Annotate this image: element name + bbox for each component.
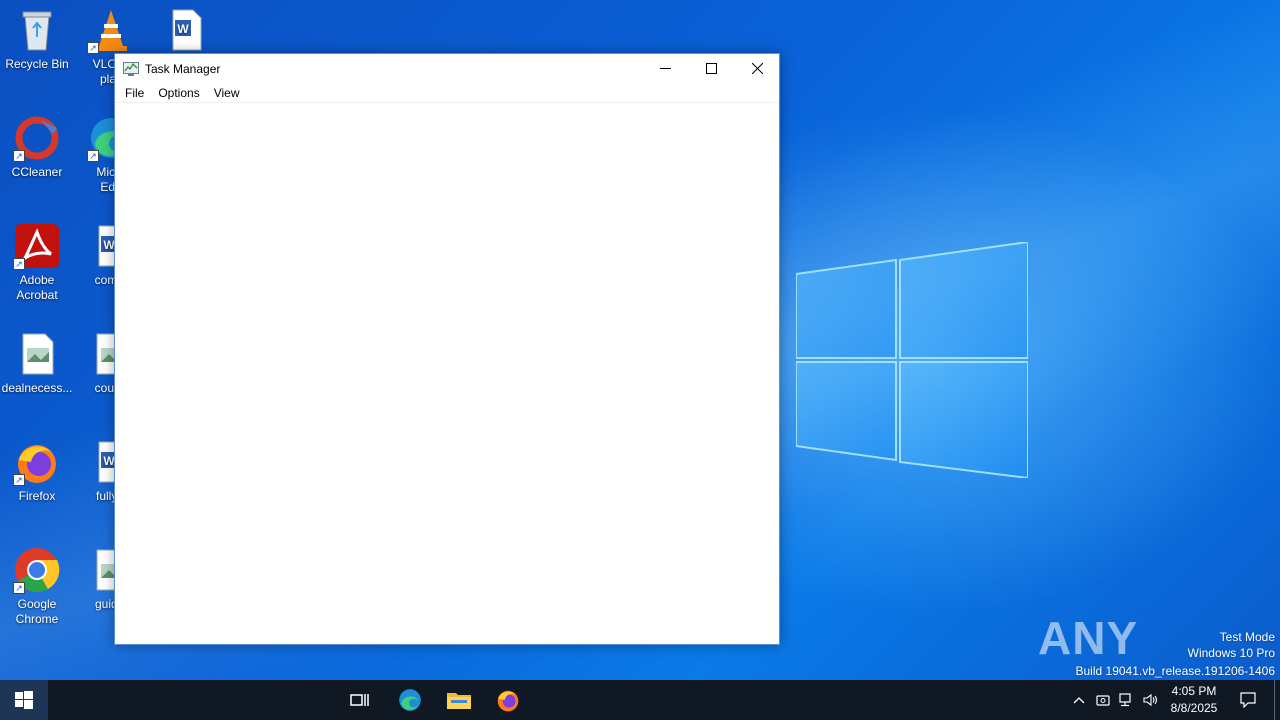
task-view-icon [350,694,369,706]
start-button[interactable] [0,680,48,720]
task-view-button[interactable] [336,680,384,720]
shortcut-arrow-icon: ↗ [87,150,99,162]
desktop-icon-ccleaner[interactable]: ↗ CCleaner [0,114,74,180]
firefox-icon: ↗ [13,438,61,486]
menu-options[interactable]: Options [151,83,206,103]
minimize-button[interactable] [642,54,688,83]
desktop-icon-dealnecess[interactable]: dealnecess... [0,330,74,396]
network-button[interactable] [1115,680,1139,720]
maximize-button[interactable] [688,54,734,83]
notification-icon [1240,692,1256,708]
desktop-icon-google-chrome[interactable]: ↗ Google Chrome [0,546,74,627]
desktop-icon-firefox[interactable]: ↗ Firefox [0,438,74,504]
window-content [115,103,779,644]
taskbar-file-explorer-button[interactable] [435,680,483,720]
meet-now-icon [1096,695,1110,706]
desktop-icon-label: Google Chrome [15,597,59,626]
firefox-icon [497,690,519,712]
clock-time: 4:05 PM [1171,684,1217,698]
chevron-up-icon [1073,697,1085,704]
vlc-icon: ↗ [87,6,135,54]
task-manager-window[interactable]: Task Manager File Options View [114,53,780,645]
build-text: Build 19041.vb_release.191206-1406 [1075,664,1276,678]
shortcut-arrow-icon: ↗ [13,474,25,486]
menu-bar: File Options View [115,83,779,103]
shortcut-arrow-icon: ↗ [87,42,99,54]
desktop-icon-recycle-bin[interactable]: Recycle Bin [0,6,74,72]
shortcut-arrow-icon: ↗ [13,258,25,270]
network-icon [1119,693,1131,707]
windows-start-icon [15,691,33,709]
image-file-icon [13,330,61,378]
windows-logo-wallpaper [796,242,1028,478]
taskbar-edge-button[interactable] [386,680,434,720]
desktop-icon-label: CCleaner [11,165,63,179]
chrome-icon: ↗ [13,546,61,594]
shortcut-arrow-icon: ↗ [13,150,25,162]
desktop-icon-label: Firefox [18,489,56,503]
shortcut-arrow-icon: ↗ [13,582,25,594]
desktop-icon-label: dealnecess... [1,381,73,395]
clock-date: 8/8/2025 [1170,701,1218,715]
title-bar[interactable]: Task Manager [115,54,779,83]
windows-edition-text: Windows 10 Pro [1187,646,1275,660]
close-button[interactable] [734,54,780,83]
menu-view[interactable]: View [207,83,247,103]
maximize-icon [705,63,717,74]
word-doc-icon: W [161,6,209,54]
recycle-bin-icon [13,6,61,54]
minimize-icon [659,68,671,69]
show-desktop-divider[interactable] [1274,680,1275,720]
desktop-icon-label: Recycle Bin [5,57,69,71]
acrobat-icon: ↗ [13,222,61,270]
ccleaner-icon: ↗ [13,114,61,162]
window-title: Task Manager [145,61,221,76]
edge-icon [399,689,421,711]
desktop-icon-word-doc[interactable]: W [148,6,222,57]
menu-file[interactable]: File [118,83,151,103]
test-mode-text: Test Mode [1219,630,1275,644]
taskbar-clock[interactable]: 4:05 PM 8/8/2025 [1160,683,1228,717]
action-center-button[interactable] [1235,680,1261,720]
task-manager-icon [123,61,139,76]
close-icon [751,63,763,74]
taskbar-firefox-button[interactable] [484,680,532,720]
show-hidden-icons-button[interactable] [1067,680,1091,720]
volume-icon [1143,693,1158,707]
taskbar: 4:05 PM 8/8/2025 [0,680,1280,720]
file-explorer-icon [447,693,471,709]
desktop-icon-label: Adobe Acrobat [16,273,58,302]
meet-now-button[interactable] [1091,680,1115,720]
svg-text:W: W [177,22,189,36]
desktop-icon-adobe-acrobat[interactable]: ↗ Adobe Acrobat [0,222,74,303]
